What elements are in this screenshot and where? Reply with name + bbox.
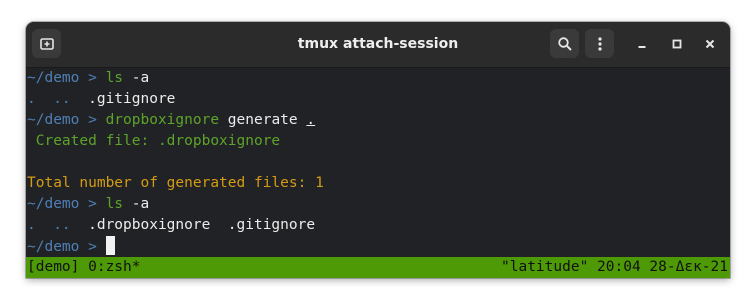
close-icon [705,39,714,48]
command-args: generate [219,112,307,128]
minimize-icon [638,45,645,48]
terminal-line: ~/demo > dropboxignore generate . [27,110,315,131]
prompt: ~/demo > [27,196,106,212]
command: ls [105,196,124,212]
dir-entries: . .. [27,217,89,233]
tmux-status-bar: [demo] 0:zsh* "latitude" 20:04 28-Δεκ-21 [26,257,730,278]
window-title: tmux attach-session [297,36,459,52]
terminal-window: tmux attach-session ~/demo > ls -a . .. … [26,22,730,278]
kebab-menu-icon [597,36,602,51]
terminal-line: ~/demo > ls -a [27,68,149,89]
command: ls [105,70,124,86]
prompt: ~/demo > [27,70,106,86]
file-entries: .dropboxignore .gitignore [88,217,316,233]
status-session-window[interactable]: [demo] 0:zsh* [27,257,141,278]
minimize-button[interactable] [627,29,656,58]
prompt: ~/demo > [27,112,106,128]
path-argument: . [306,112,316,128]
maximize-icon [672,39,681,48]
menu-button[interactable] [585,29,614,58]
file-entries: .gitignore [88,91,176,107]
new-tab-button[interactable] [32,29,61,58]
close-button[interactable] [695,29,724,58]
terminal-line: ~/demo > [27,236,115,257]
success-message: Created file: .dropboxignore [27,133,281,149]
dir-entries: . .. [27,91,89,107]
text-cursor [105,236,115,255]
title-bar: tmux attach-session [26,22,730,68]
maximize-button[interactable] [662,29,691,58]
command-args: -a [123,70,150,86]
terminal-line: . .. .dropboxignore .gitignore [27,215,315,236]
terminal-line: ~/demo > ls -a [27,194,149,215]
search-button[interactable] [550,29,579,58]
search-icon [557,36,572,51]
terminal-output[interactable]: ~/demo > ls -a . .. .gitignore ~/demo > … [26,68,730,257]
summary-message: Total number of generated files: 1 [27,175,324,191]
prompt: ~/demo > [27,239,106,255]
new-tab-icon [39,37,54,50]
command: dropboxignore [105,112,220,128]
status-host-time: "latitude" 20:04 28-Δεκ-21 [501,259,728,275]
terminal-line: . .. .gitignore [27,89,175,110]
command-args: -a [123,196,150,212]
